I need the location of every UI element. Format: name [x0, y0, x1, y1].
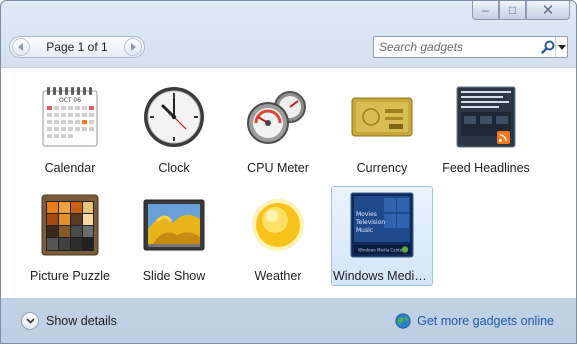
windows-media-center-icon: Movies Television Music Windows Media Ce… — [350, 192, 414, 258]
gadget-grid: OCT 06 Calendar Clock CPU Meter Currency… — [19, 78, 539, 286]
footer: Show details Get more gadgets online — [1, 298, 576, 343]
clock-icon — [142, 85, 206, 149]
maximize-button[interactable]: □ — [499, 1, 526, 20]
gadget-label: Feed Headlines — [442, 161, 530, 175]
toolbar: Page 1 of 1 — [9, 35, 568, 59]
get-more-gadgets-label: Get more gadgets online — [417, 313, 554, 328]
search-dropdown-button[interactable] — [555, 37, 567, 57]
gadget-label: Slide Show — [142, 269, 206, 283]
calendar-icon: OCT 06 — [38, 85, 102, 149]
maximize-icon: □ — [508, 2, 517, 17]
svg-text:Windows Media Center: Windows Media Center — [358, 248, 404, 253]
gadget-label: Currency — [356, 161, 408, 175]
close-button[interactable]: ✕ — [526, 1, 570, 20]
weather-icon — [246, 193, 310, 257]
feed-headlines-icon — [454, 85, 518, 149]
arrow-right-icon — [130, 43, 136, 51]
chevron-down-icon — [557, 44, 566, 50]
arrow-left-icon — [18, 43, 23, 51]
gadget-tile-windows-media-center[interactable]: Movies Television Music Windows Media Ce… — [331, 186, 433, 286]
gadget-tile-calendar[interactable]: OCT 06 Calendar — [19, 78, 121, 178]
gadget-tile-slide-show[interactable]: Slide Show — [123, 186, 225, 286]
minimize-button[interactable]: – — [472, 1, 499, 20]
previous-page-button[interactable] — [12, 38, 30, 56]
expand-chevron-icon — [21, 311, 39, 330]
gadget-tile-picture-puzzle[interactable]: Picture Puzzle — [19, 186, 121, 286]
gadget-label: Picture Puzzle — [30, 269, 110, 283]
minimize-icon: – — [482, 2, 489, 17]
next-page-button[interactable] — [123, 38, 142, 56]
search-input[interactable] — [374, 37, 541, 57]
svg-text:Television: Television — [355, 219, 385, 226]
gadget-tile-feed-headlines[interactable]: Feed Headlines — [435, 78, 537, 178]
search-button[interactable] — [541, 37, 555, 57]
show-details-button[interactable]: Show details — [21, 311, 117, 330]
gadget-tile-cpu-meter[interactable]: CPU Meter — [227, 78, 329, 178]
globe-icon — [395, 312, 411, 329]
gadget-label: Weather — [254, 269, 302, 283]
svg-text:Music: Music — [356, 227, 373, 234]
currency-icon — [350, 85, 414, 149]
gadget-gallery-window: – □ ✕ Page 1 of 1 Search gadgets OCT 06 … — [0, 0, 577, 344]
search-icon — [541, 40, 555, 54]
svg-text:OCT 06: OCT 06 — [59, 97, 81, 104]
page-indicator: Page 1 of 1 — [46, 40, 108, 54]
close-icon: ✕ — [541, 1, 555, 19]
cpu-meter-icon — [246, 85, 310, 149]
gadget-tile-clock[interactable]: Clock — [123, 78, 225, 178]
search-box — [373, 36, 568, 58]
gadget-label: Windows Media... — [333, 269, 431, 283]
gadget-gallery: OCT 06 Calendar Clock CPU Meter Currency… — [1, 67, 576, 299]
show-details-label: Show details — [46, 313, 117, 328]
gadget-label: Clock — [158, 161, 190, 175]
gadget-tile-weather[interactable]: Weather — [227, 186, 329, 286]
get-more-gadgets-link[interactable]: Get more gadgets online — [395, 312, 554, 329]
slide-show-icon — [142, 193, 206, 257]
pager: Page 1 of 1 — [9, 36, 145, 58]
gadget-tile-currency[interactable]: Currency — [331, 78, 433, 178]
gadget-label: CPU Meter — [247, 161, 309, 175]
gadget-label: Calendar — [44, 161, 96, 175]
picture-puzzle-icon — [38, 193, 102, 257]
svg-text:Movies: Movies — [356, 211, 377, 218]
caption-buttons: – □ ✕ — [472, 1, 570, 20]
